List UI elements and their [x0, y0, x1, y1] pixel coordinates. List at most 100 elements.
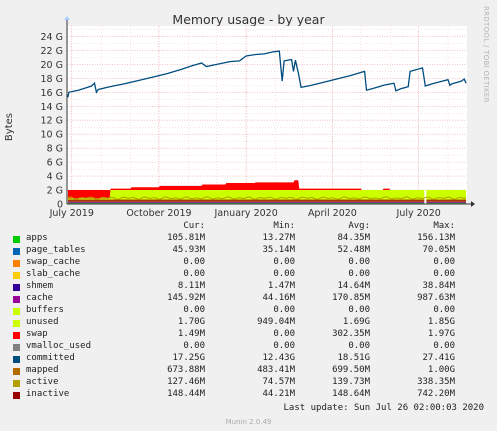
legend-series-name: swap_cache	[26, 257, 81, 267]
legend-max-value: 0.00	[433, 269, 455, 279]
legend-avg-value: 14.64M	[337, 281, 370, 291]
y-tick-label: 6 G	[47, 158, 63, 169]
legend-series-name: mapped	[26, 365, 59, 375]
legend-swatch	[13, 248, 20, 255]
legend-swatch	[13, 236, 20, 243]
legend-max-value: 27.41G	[422, 353, 455, 363]
legend-cur-value: 0.00	[183, 305, 205, 315]
legend-cur-value: 145.92M	[167, 293, 205, 303]
legend-avg-value: 1.69G	[342, 317, 370, 327]
memory-usage-chart: 02 G4 G6 G8 G10 G12 G14 G16 G18 G20 G22 …	[41, 16, 475, 219]
legend-header-avg: Avg:	[348, 221, 370, 231]
legend-cur-value: 105.81M	[167, 233, 205, 243]
legend-rows: apps 105.81M 13.27M 84.35M 156.13M page_table…	[12, 233, 494, 401]
legend-cur-value: 1.70G	[177, 317, 205, 327]
legend-swatch	[13, 344, 20, 351]
legend-cur-value: 8.11M	[177, 281, 205, 291]
legend-series-name: swap	[26, 329, 48, 339]
legend-series-name: cache	[26, 293, 54, 303]
y-tick-label: 20 G	[41, 60, 63, 71]
legend-max-value: 0.00	[433, 257, 455, 267]
legend-cur-value: 0.00	[183, 269, 205, 279]
legend-header-max: Max:	[433, 221, 455, 231]
legend-row: inactive 148.44M 44.21M 148.64M 742.20M	[12, 389, 494, 401]
legend-series-name: active	[26, 377, 59, 387]
y-tick-label: 8 G	[47, 144, 63, 155]
y-tick-label: 14 G	[41, 102, 63, 113]
legend-avg-value: 0.00	[348, 269, 370, 279]
legend-max-value: 1.85G	[427, 317, 455, 327]
cache-area	[67, 201, 467, 203]
legend-avg-value: 52.48M	[337, 245, 370, 255]
legend-cur-value: 0.00	[183, 257, 205, 267]
legend-swatch	[13, 272, 20, 279]
legend-series-name: buffers	[26, 305, 64, 315]
legend-max-value: 338.35M	[417, 377, 455, 387]
legend-avg-value: 0.00	[348, 341, 370, 351]
y-tick-label: 24 G	[41, 32, 63, 43]
legend-series-name: committed	[26, 353, 75, 363]
legend-max-value: 1.00G	[427, 365, 455, 375]
legend-header-cur: Cur:	[183, 221, 205, 231]
y-tick-label: 10 G	[41, 130, 63, 141]
legend-avg-value: 0.00	[348, 257, 370, 267]
legend-max-value: 38.84M	[422, 281, 455, 291]
legend-row: swap 1.49M 0.00 302.35M 1.97G	[12, 329, 494, 341]
legend-avg-value: 170.85M	[332, 293, 370, 303]
legend-avg-value: 139.73M	[332, 377, 370, 387]
legend-row: unused 1.70G 949.04M 1.69G 1.85G	[12, 317, 494, 329]
x-tick-labels: July 2019 October 2019 January 2020 April 2…	[49, 208, 441, 219]
legend-cur-value: 0.00	[183, 341, 205, 351]
legend-swatch	[13, 368, 20, 375]
legend-avg-value: 84.35M	[337, 233, 370, 243]
legend-swatch	[13, 320, 20, 327]
legend-max-value: 156.13M	[417, 233, 455, 243]
legend-swatch	[13, 332, 20, 339]
legend-row: active 127.46M 74.57M 139.73M 338.35M	[12, 377, 494, 389]
legend-cur-value: 127.46M	[167, 377, 205, 387]
legend-avg-value: 0.00	[348, 305, 370, 315]
legend-swatch	[13, 260, 20, 267]
x-tick-label: April 2020	[308, 208, 357, 219]
legend-cur-value: 148.44M	[167, 389, 205, 399]
x-axis-arrow	[471, 201, 475, 207]
legend-cur-value: 673.88M	[167, 365, 205, 375]
legend-swatch	[13, 296, 20, 303]
legend-series-name: shmem	[26, 281, 54, 291]
y-tick-label: 16 G	[41, 88, 63, 99]
legend-swatch	[13, 392, 20, 399]
legend-max-value: 742.20M	[417, 389, 455, 399]
legend-series-name: page_tables	[26, 245, 86, 255]
legend-max-value: 70.05M	[422, 245, 455, 255]
legend-swatch	[13, 284, 20, 291]
legend-row: cache 145.92M 44.16M 170.85M 987.63M	[12, 293, 494, 305]
y-tick-label: 18 G	[41, 74, 63, 85]
y-tick-label: 12 G	[41, 116, 63, 127]
inactive-area	[67, 199, 467, 201]
y-tick-label: 4 G	[47, 172, 63, 183]
legend-series-name: apps	[26, 233, 48, 243]
last-update: Last update: Sun Jul 26 02:00:03 2020	[283, 403, 484, 413]
legend-series-name: inactive	[26, 389, 70, 399]
legend-row: swap_cache 0.00 0.00 0.00 0.00	[12, 257, 494, 269]
x-tick-label: January 2020	[214, 208, 278, 219]
mapped-area	[67, 200, 467, 202]
legend-swatch	[13, 308, 20, 315]
legend-max-value: 987.63M	[417, 293, 455, 303]
legend-row: buffers 0.00 0.00 0.00 0.00	[12, 305, 494, 317]
legend-cur-value: 17.25G	[172, 353, 205, 363]
legend-row: vmalloc_used 0.00 0.00 0.00 0.00	[12, 341, 494, 353]
legend-avg-value: 148.64M	[332, 389, 370, 399]
munin-version: Munin 2.0.49	[225, 418, 272, 426]
legend-row: committed 17.25G 12.43G 18.51G 27.41G	[12, 353, 494, 365]
legend-row: mapped 673.88M 483.41M 699.50M 1.00G	[12, 365, 494, 377]
legend-swatch	[13, 356, 20, 363]
legend-table: Cur: Min: Avg: Max: apps 105.81M 13.27M 84.…	[12, 221, 494, 401]
y-axis-arrow	[64, 16, 70, 20]
legend-cur-value: 45.93M	[172, 245, 205, 255]
legend-series-name: slab_cache	[26, 269, 81, 279]
legend-swatch	[13, 380, 20, 387]
legend-max-value: 0.00	[433, 305, 455, 315]
legend-header-row: Cur: Min: Avg: Max:	[12, 221, 494, 233]
y-tick-labels: 02 G4 G6 G8 G10 G12 G14 G16 G18 G20 G22 …	[41, 32, 63, 211]
